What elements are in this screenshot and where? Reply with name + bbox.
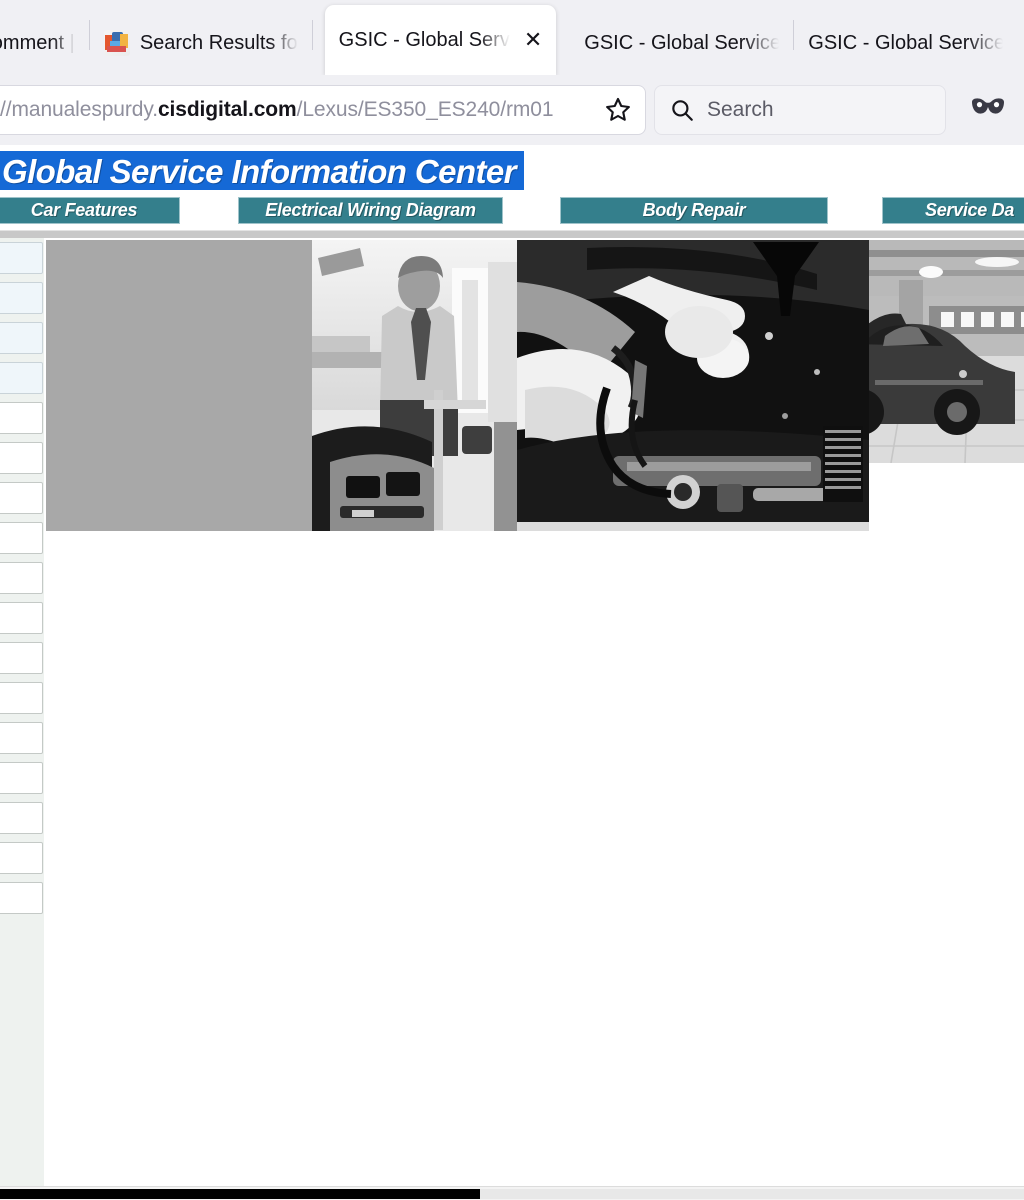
nav-button-electrical-wiring-diagram[interactable]: Electrical Wiring Diagram bbox=[238, 197, 503, 224]
sidebar-item[interactable] bbox=[0, 842, 43, 874]
browser-tab-active[interactable]: GSIC - Global Serv ✕ bbox=[324, 5, 557, 75]
sidebar-item[interactable] bbox=[0, 722, 43, 754]
address-bar[interactable]: //manualespurdy.cisdigital.com/Lexus/ES3… bbox=[0, 86, 645, 134]
nav-button-label: Electrical Wiring Diagram bbox=[265, 200, 476, 220]
search-icon bbox=[672, 100, 693, 121]
url-prefix: //manualespurdy. bbox=[0, 98, 158, 121]
page-body bbox=[0, 238, 1024, 1200]
tab-title: GSIC - Global Serv bbox=[338, 28, 510, 51]
nav-button-label: Service Da bbox=[925, 200, 1015, 220]
tab-title: Search Results fo bbox=[139, 31, 298, 54]
url-domain: cisdigital.com bbox=[157, 98, 297, 121]
search-bar[interactable]: Search bbox=[655, 86, 945, 134]
sidebar-item[interactable] bbox=[0, 762, 43, 794]
sidebar-item[interactable] bbox=[0, 602, 43, 634]
horizontal-scrollbar[interactable] bbox=[0, 1186, 1024, 1200]
nav-button-label: Body Repair bbox=[642, 200, 746, 220]
close-icon[interactable]: ✕ bbox=[524, 29, 542, 51]
url-path: /Lexus/ES350_ES240/rm01 bbox=[296, 98, 554, 121]
page-title: Global Service Information Center bbox=[0, 151, 524, 195]
sidebar-item[interactable] bbox=[0, 522, 43, 554]
sidebar-item[interactable] bbox=[0, 482, 43, 514]
private-browsing-mask-icon[interactable] bbox=[968, 95, 1008, 126]
nav-button-car-features[interactable]: Car Features bbox=[0, 197, 180, 224]
sidebar-menu bbox=[0, 238, 44, 1200]
service-advisor-photo bbox=[312, 240, 517, 531]
sidebar-item[interactable] bbox=[0, 802, 43, 834]
sidebar-item[interactable] bbox=[0, 442, 43, 474]
garage-vehicle-photo bbox=[869, 240, 1024, 463]
nav-button-label: Car Features bbox=[30, 200, 138, 220]
nav-button-service-data[interactable]: Service Da bbox=[882, 197, 1024, 224]
search-placeholder: Search bbox=[707, 98, 774, 121]
image-placeholder bbox=[46, 240, 312, 531]
hero-photo-strip bbox=[46, 240, 1024, 531]
browser-window: ge comment | Search Results fo GSIC - Gl… bbox=[0, 0, 1024, 1200]
browser-tab[interactable]: ge comment | bbox=[0, 11, 89, 75]
sidebar-item[interactable] bbox=[0, 682, 43, 714]
nav-button-body-repair[interactable]: Body Repair bbox=[560, 197, 828, 224]
url-text: //manualespurdy.cisdigital.com/Lexus/ES3… bbox=[0, 98, 597, 122]
tab-title: GSIC - Global Service bbox=[584, 31, 780, 54]
sidebar-item[interactable] bbox=[0, 402, 43, 434]
sidebar-item[interactable] bbox=[0, 282, 43, 314]
sidebar-item[interactable] bbox=[0, 562, 43, 594]
browser-tab[interactable]: GSIC - Global Service bbox=[570, 11, 793, 75]
star-icon[interactable] bbox=[603, 95, 633, 125]
site-favicon-icon bbox=[103, 30, 130, 56]
scrollbar-thumb[interactable] bbox=[0, 1189, 480, 1199]
sidebar-item[interactable] bbox=[0, 242, 43, 274]
sidebar-item[interactable] bbox=[0, 882, 43, 914]
scrollbar-track[interactable] bbox=[480, 1189, 1024, 1199]
main-content bbox=[46, 238, 1024, 1200]
nav-divider bbox=[0, 230, 1024, 238]
tab-title: ge comment | bbox=[0, 31, 75, 54]
site-banner: Global Service Information Center bbox=[0, 145, 1024, 195]
sidebar-item[interactable] bbox=[0, 362, 43, 394]
tab-strip: ge comment | Search Results fo GSIC - Gl… bbox=[0, 0, 1024, 75]
sidebar-item[interactable] bbox=[0, 322, 43, 354]
tab-title: GSIC - Global Service bbox=[808, 31, 1004, 54]
browser-tab[interactable]: GSIC - Global Service bbox=[794, 11, 1017, 75]
web-page-content: Global Service Information Center Car Fe… bbox=[0, 145, 1024, 1200]
navigation-toolbar: //manualespurdy.cisdigital.com/Lexus/ES3… bbox=[0, 75, 1024, 145]
site-nav-bar: Car Features Electrical Wiring Diagram B… bbox=[0, 190, 1024, 238]
sidebar-item[interactable] bbox=[0, 642, 43, 674]
browser-tab[interactable]: Search Results fo bbox=[90, 11, 312, 75]
engine-service-photo bbox=[517, 240, 869, 531]
tab-separator bbox=[311, 19, 313, 50]
